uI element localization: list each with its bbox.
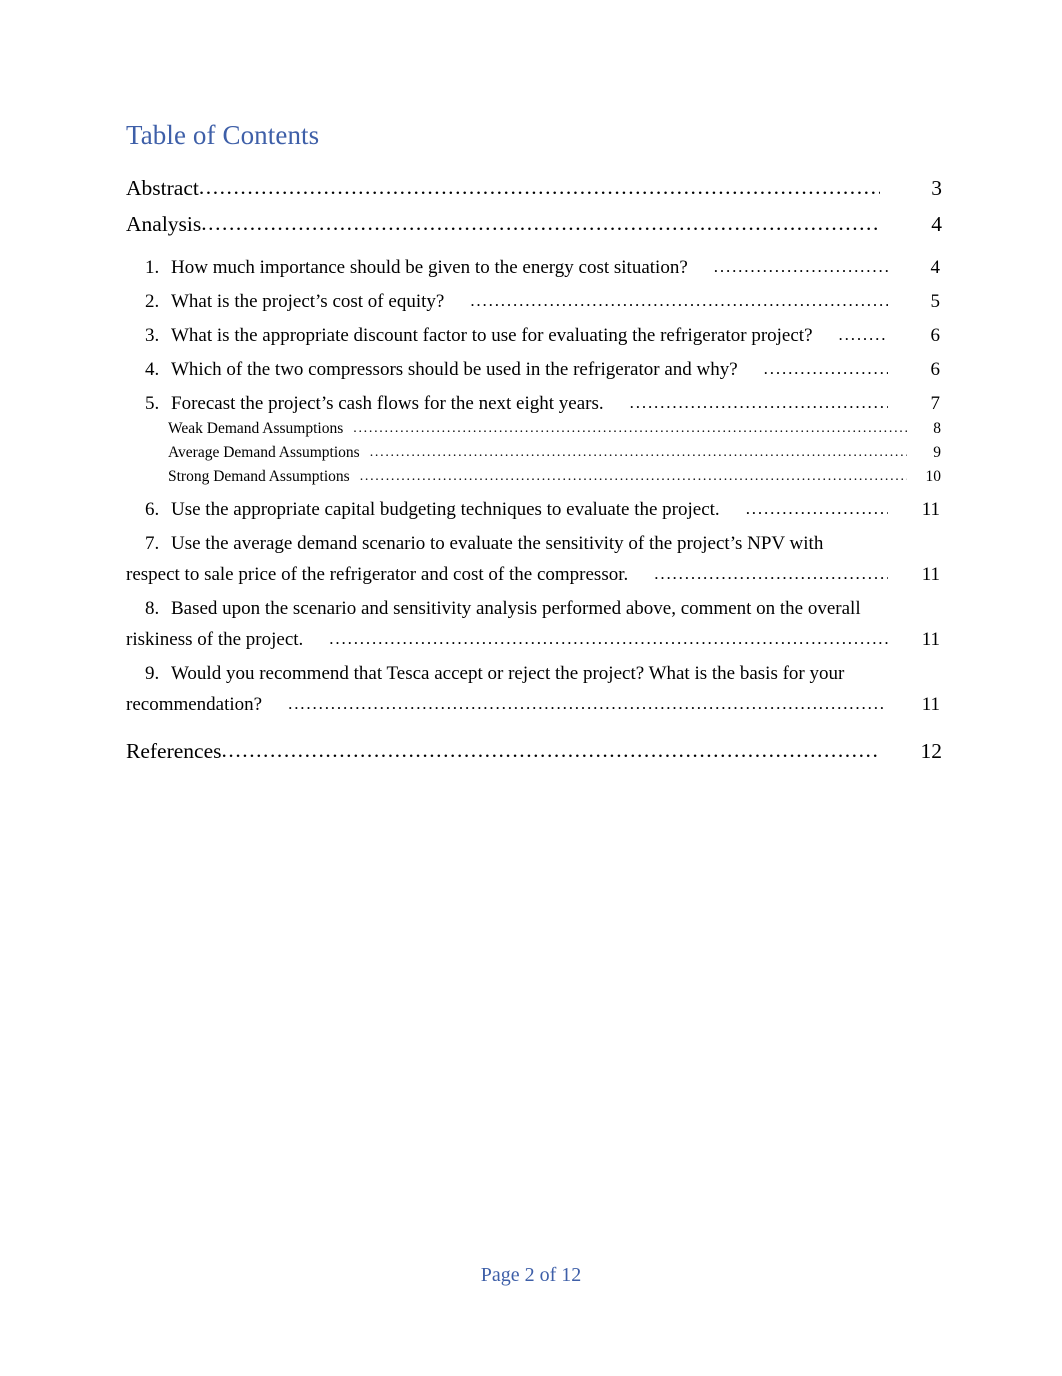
toc-entry-label: Based upon the scenario and sensitivity …: [171, 598, 861, 619]
toc-entry-question-6[interactable]: 6. Use the appropriate capital budgeting…: [126, 498, 942, 522]
toc-entry-number: 4.: [145, 359, 160, 380]
toc-entry-label: What is the appropriate discount factor …: [171, 325, 813, 346]
toc-entry-label: Abstract: [126, 176, 199, 200]
toc-entry-number: 2.: [145, 291, 160, 312]
dot-leader: ........................................…: [353, 421, 907, 436]
toc-page-number: 12: [920, 739, 943, 763]
toc-entry-number: 5.: [145, 393, 160, 414]
toc-page-number: 11: [921, 629, 940, 650]
toc-entry-label: Would you recommend that Tesca accept or…: [171, 663, 845, 684]
toc-page-number: 9: [933, 444, 941, 461]
dot-leader: ........................................…: [654, 564, 888, 583]
toc-subentry-label: Weak Demand Assumptions: [168, 420, 344, 437]
toc-entry-number: 9.: [145, 663, 160, 684]
toc-subentry-average-demand[interactable]: Average Demand Assumptions .............…: [126, 442, 942, 464]
toc-page-number: 7: [930, 393, 941, 414]
dot-leader: ........................................…: [470, 291, 888, 310]
toc-entry-number: 7.: [145, 533, 160, 554]
document-page: Table of Contents Abstract .............…: [0, 0, 1062, 1376]
toc-entry-analysis[interactable]: Analysis ...............................…: [126, 206, 942, 242]
dot-leader: ........................................…: [221, 738, 881, 762]
toc-content: Table of Contents Abstract .............…: [126, 118, 942, 769]
toc-entry-question-9[interactable]: 9. Would you recommend that Tesca accept…: [126, 662, 942, 717]
toc-entry-references[interactable]: References .............................…: [126, 733, 942, 769]
toc-entry-label-line2: respect to sale price of the refrigerato…: [126, 564, 629, 585]
toc-entry-question-3[interactable]: 3. What is the appropriate discount fact…: [126, 324, 942, 348]
toc-page-number: 10: [925, 468, 942, 485]
toc-entry-number: 8.: [145, 598, 160, 619]
toc-entry-number: 1.: [145, 257, 160, 278]
dot-leader: ........................................…: [198, 175, 880, 199]
dot-leader: ......................................: [713, 257, 888, 276]
page-footer: Page 2 of 12: [480, 1264, 582, 1286]
toc-entry-label: References: [126, 739, 222, 763]
toc-subentry-label: Strong Demand Assumptions: [168, 468, 350, 485]
toc-page-number: 8: [933, 420, 941, 437]
toc-page-number: 4: [930, 257, 941, 278]
toc-entry-label: Use the appropriate capital budgeting te…: [171, 499, 720, 520]
toc-entry-question-1[interactable]: 1. How much importance should be given t…: [126, 256, 942, 280]
page-title: Table of Contents: [126, 120, 320, 150]
toc-entry-label-line2: riskiness of the project.: [126, 629, 304, 650]
dot-leader: ........................................…: [629, 393, 888, 412]
toc-subentry-label: Average Demand Assumptions: [168, 444, 360, 461]
toc-entry-label: How much importance should be given to t…: [171, 257, 688, 278]
toc-page-number: 5: [930, 291, 941, 312]
dot-leader: ...........................: [763, 359, 888, 378]
toc-page-number: 6: [930, 325, 941, 346]
toc-entry-question-7[interactable]: 7. Use the average demand scenario to ev…: [126, 532, 942, 587]
dot-leader: ........................................…: [288, 694, 886, 713]
toc-subentry-group: Weak Demand Assumptions ................…: [126, 418, 942, 488]
toc-page-number: 11: [921, 564, 940, 585]
toc-entry-label: Use the average demand scenario to evalu…: [171, 533, 824, 554]
toc-page-number: 11: [921, 694, 940, 715]
toc-subentry-weak-demand[interactable]: Weak Demand Assumptions ................…: [126, 418, 942, 440]
dot-leader: ........: [838, 325, 888, 344]
toc-entry-number: 6.: [145, 499, 160, 520]
dot-leader: ........................................…: [201, 211, 880, 235]
dot-leader: ...........................: [745, 499, 888, 518]
toc-entry-label: What is the project’s cost of equity?: [171, 291, 445, 312]
toc-entry-abstract[interactable]: Abstract ...............................…: [126, 170, 942, 206]
toc-entry-question-5[interactable]: 5. Forecast the project’s cash flows for…: [126, 392, 942, 416]
toc-page-number: 6: [930, 359, 941, 380]
dot-leader: ........................................…: [329, 629, 888, 648]
toc-page-number: 11: [921, 499, 940, 520]
toc-entry-number: 3.: [145, 325, 160, 346]
dot-leader: ........................................…: [359, 469, 907, 484]
toc-entry-question-4[interactable]: 4. Which of the two compressors should b…: [126, 358, 942, 382]
toc-entry-question-8[interactable]: 8. Based upon the scenario and sensitivi…: [126, 597, 942, 652]
toc-entry-label: Which of the two compressors should be u…: [171, 359, 738, 380]
dot-leader: ........................................…: [369, 445, 907, 460]
toc-entry-label: Analysis: [126, 212, 202, 236]
toc-page-number: 3: [931, 176, 942, 200]
toc-subentry-strong-demand[interactable]: Strong Demand Assumptions ..............…: [126, 466, 942, 488]
toc-entry-label-line2: recommendation?: [126, 694, 263, 715]
toc-page-number: 4: [931, 212, 942, 236]
toc-entry-label: Forecast the project’s cash flows for th…: [171, 393, 604, 414]
toc-entry-question-2[interactable]: 2. What is the project’s cost of equity?…: [126, 290, 942, 314]
